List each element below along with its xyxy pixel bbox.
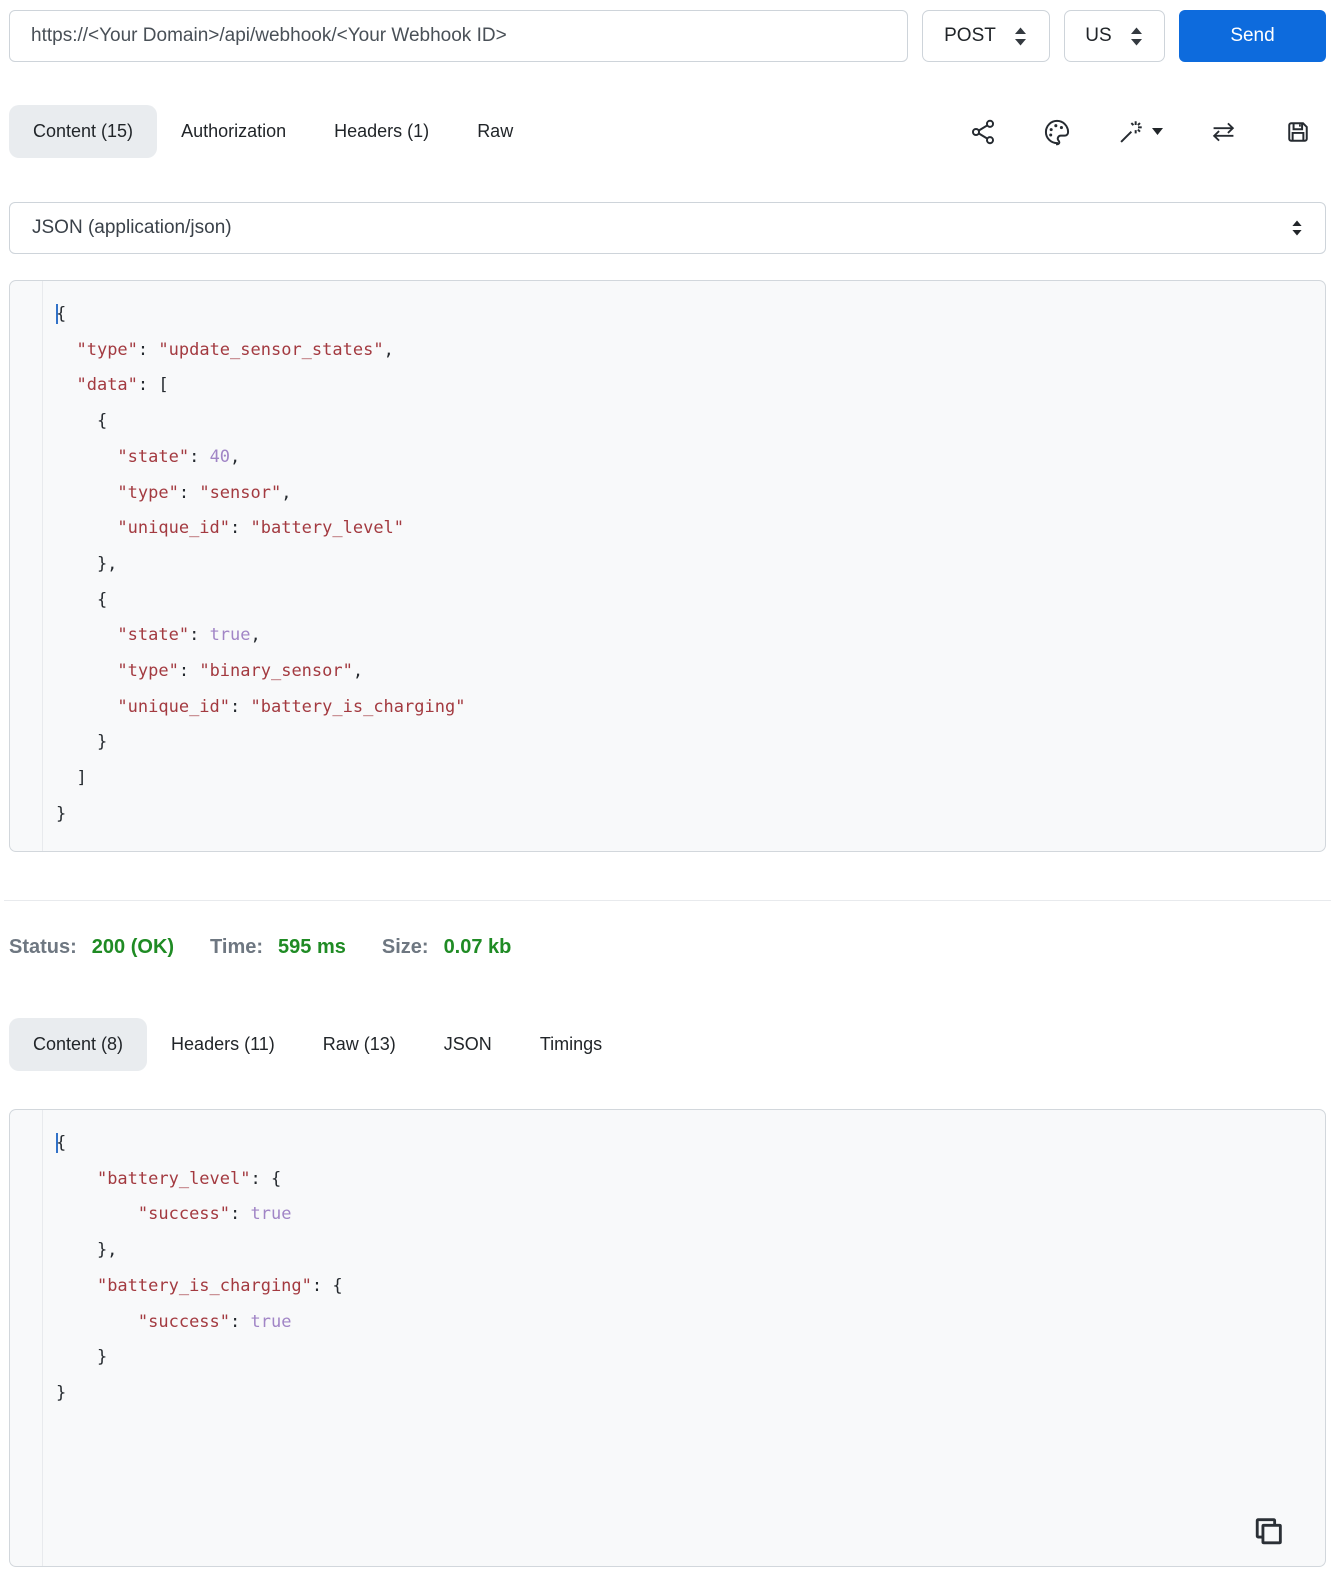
request-toolbar (969, 118, 1312, 146)
tab-response-headers[interactable]: Headers (11) (147, 1018, 299, 1071)
content-type-select[interactable]: JSON (application/json) (9, 202, 1326, 254)
tab-response-timings[interactable]: Timings (516, 1018, 626, 1071)
palette-icon (1044, 119, 1070, 145)
tab-request-authorization[interactable]: Authorization (157, 105, 310, 158)
url-input[interactable] (9, 10, 908, 62)
copy-icon (1255, 1518, 1282, 1545)
share-icon (971, 119, 995, 144)
tab-request-headers[interactable]: Headers (1) (310, 105, 453, 158)
theme-button[interactable] (1043, 118, 1071, 146)
response-body-code: { "battery_level": { "success": true }, … (56, 1133, 343, 1403)
save-icon (1288, 121, 1308, 142)
updown-arrows-icon (1014, 27, 1026, 45)
tab-response-content[interactable]: Content (8) (9, 1018, 148, 1071)
transfer-arrows-icon (1212, 122, 1235, 141)
copy-response-button[interactable] (1249, 1513, 1287, 1554)
editor-gutter (10, 281, 43, 851)
size-label: Size: (381, 936, 429, 958)
status-label: Status: (9, 936, 77, 958)
transfer-button[interactable] (1209, 118, 1238, 146)
tab-response-raw[interactable]: Raw (13) (299, 1018, 420, 1071)
status-value: 200 (OK) (91, 936, 175, 958)
share-button[interactable] (969, 118, 997, 146)
time-label: Time: (210, 936, 264, 958)
request-bar: POST US Send (9, 10, 1326, 62)
section-divider (4, 900, 1331, 901)
response-body-viewer[interactable]: { "battery_level": { "success": true }, … (9, 1109, 1326, 1567)
content-type-row: JSON (application/json) (9, 202, 1326, 254)
updown-arrows-icon (1130, 27, 1142, 45)
size-value: 0.07 kb (443, 936, 512, 958)
request-tabs-row: Content (15) Authorization Headers (1) R… (9, 105, 1326, 158)
response-tabs: Content (8) Headers (11) Raw (13) JSON T… (9, 1018, 626, 1071)
content-type-value: JSON (application/json) (32, 217, 232, 238)
method-select-value: POST (944, 25, 996, 46)
chevron-down-icon (1152, 127, 1163, 135)
tab-response-json[interactable]: JSON (420, 1018, 516, 1071)
request-body-editor[interactable]: { "type": "update_sensor_states", "data"… (9, 280, 1326, 852)
updown-arrows-icon (1292, 220, 1302, 236)
response-tabs-row: Content (8) Headers (11) Raw (13) JSON T… (9, 1018, 1326, 1071)
region-select[interactable]: US (1064, 10, 1165, 62)
magic-wand-icon (1120, 120, 1142, 143)
tab-request-content[interactable]: Content (15) (9, 105, 158, 158)
region-select-value: US (1085, 25, 1112, 46)
time-value: 595 ms (278, 936, 346, 958)
beautify-menu-button[interactable] (1117, 118, 1163, 146)
request-body-code: { "type": "update_sensor_states", "data"… (56, 304, 466, 824)
request-tabs: Content (15) Authorization Headers (1) R… (9, 105, 537, 158)
save-button[interactable] (1284, 118, 1312, 146)
tab-request-raw[interactable]: Raw (453, 105, 537, 158)
status-bar: Status: 200 (OK) Time: 595 ms Size: 0.07… (9, 928, 1326, 966)
editor-gutter (10, 1110, 43, 1566)
send-button[interactable]: Send (1179, 10, 1326, 62)
method-select[interactable]: POST (922, 10, 1050, 62)
